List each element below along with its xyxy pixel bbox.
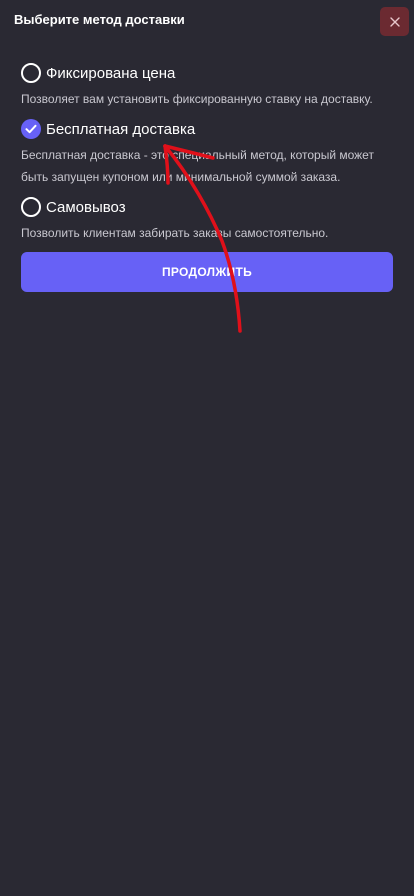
option-row[interactable]: Бесплатная доставка [21, 118, 396, 140]
dialog-title: Выберите метод доставки [14, 12, 185, 27]
option-free-shipping[interactable]: Бесплатная доставка Бесплатная доставка … [21, 118, 396, 188]
radio-pickup[interactable] [21, 197, 41, 217]
option-pickup[interactable]: Самовывоз Позволить клиентам забирать за… [21, 196, 396, 244]
option-label: Бесплатная доставка [46, 120, 196, 138]
option-description: Позволяет вам установить фиксированную с… [21, 92, 373, 106]
radio-free-shipping[interactable] [21, 119, 41, 139]
option-row[interactable]: Фиксирована цена [21, 62, 396, 84]
close-button[interactable] [380, 7, 409, 36]
delivery-method-dialog: Выберите метод доставки Фиксирована цена… [0, 0, 414, 896]
continue-button[interactable]: ПРОДОЛЖИТЬ [21, 252, 393, 292]
radio-fixed-price[interactable] [21, 63, 41, 83]
close-icon [389, 16, 400, 27]
option-fixed-price[interactable]: Фиксирована цена Позволяет вам установит… [21, 62, 396, 110]
option-row[interactable]: Самовывоз [21, 196, 396, 218]
option-label: Фиксирована цена [46, 64, 176, 82]
option-description: Позволить клиентам забирать заказы самос… [21, 226, 329, 240]
option-label: Самовывоз [46, 198, 126, 216]
option-description: Бесплатная доставка - это специальный ме… [21, 148, 374, 184]
checkmark-icon [25, 124, 37, 134]
